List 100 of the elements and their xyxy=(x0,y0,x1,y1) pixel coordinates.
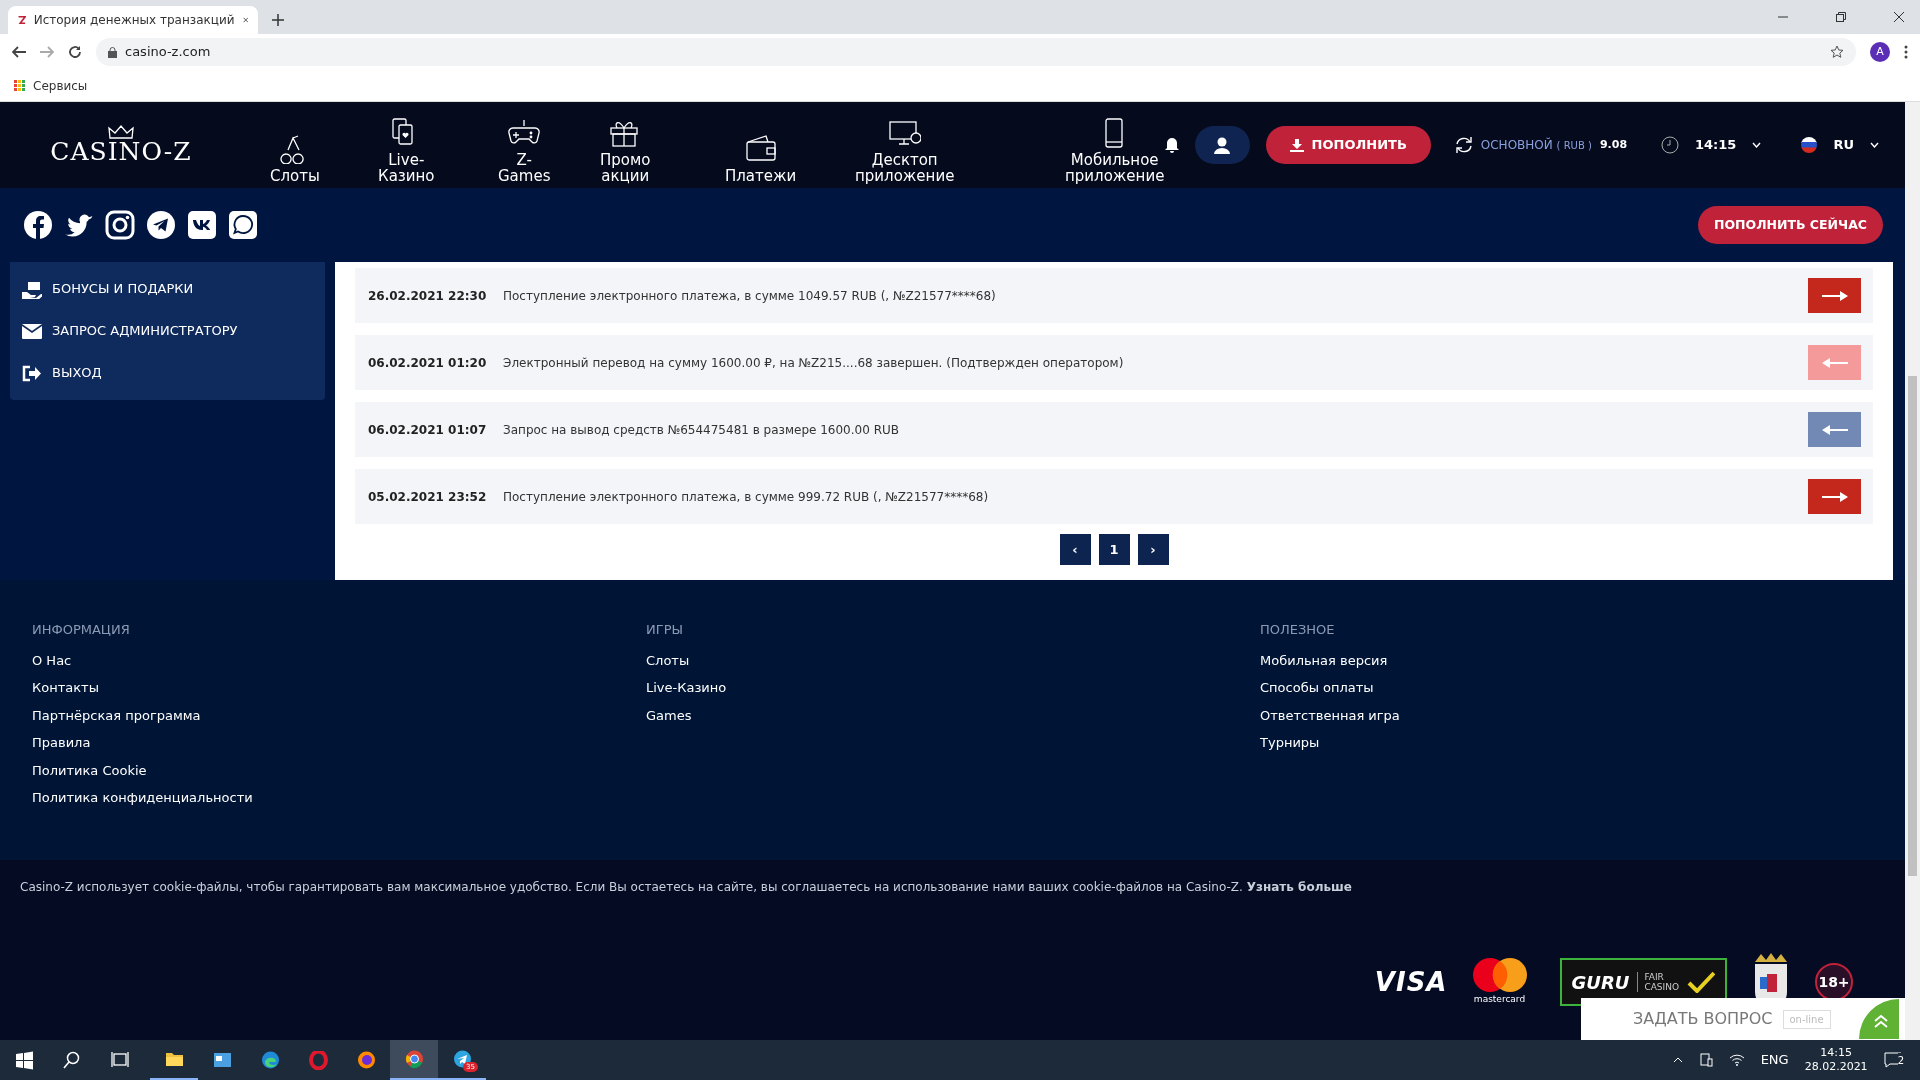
footer-heading: ИНФОРМАЦИЯ xyxy=(32,621,130,639)
sidebar-item[interactable]: ЗАПРОС АДМИНИСТРАТОРУ xyxy=(10,310,325,352)
vk-icon[interactable] xyxy=(186,210,217,240)
monitor-icon xyxy=(888,118,921,148)
envelope-icon xyxy=(22,321,42,341)
chevron-up-icon xyxy=(1859,999,1899,1039)
nav-link[interactable]: Z- Games xyxy=(498,110,551,184)
transaction-description: Запрос на вывод средств №654475481 в размере 1600.00 RUB xyxy=(503,421,900,439)
nav-link[interactable]: Слоты xyxy=(270,110,320,184)
bell-icon[interactable] xyxy=(1164,137,1179,153)
restore-icon[interactable] xyxy=(1836,12,1846,22)
ask-question-button[interactable]: ЗАДАТЬ ВОПРОС on-line xyxy=(1581,998,1905,1040)
direction-button[interactable] xyxy=(1808,278,1861,313)
browser-tab[interactable]: История денежных транзакций xyxy=(8,6,258,34)
notifications-button[interactable]: 2 xyxy=(1883,1052,1904,1068)
transaction-date: 05.02.2021 23:52 xyxy=(368,488,488,506)
close-icon[interactable] xyxy=(1894,12,1904,22)
nav-link[interactable]: Мобильное приложение xyxy=(1065,110,1165,184)
left-arrow-icon xyxy=(1821,423,1848,436)
transaction-date: 06.02.2021 01:20 xyxy=(368,354,488,372)
orb-icon[interactable] xyxy=(404,1049,424,1069)
flag-icon xyxy=(1801,137,1818,153)
language-dropdown[interactable]: RU xyxy=(1801,135,1879,155)
time-dropdown[interactable]: 14:15 xyxy=(1661,135,1762,155)
chat-bubble-icon[interactable] xyxy=(227,210,258,240)
transaction-description: Электронный перевод на сумму 1600.00 ₽, на №Z215....68 завершен. (Подтвержден оператором) xyxy=(503,354,1125,372)
footer-link[interactable]: Политика конфиденциальности xyxy=(32,788,253,808)
footer-link[interactable]: Правила xyxy=(32,733,91,753)
chevron-up-icon[interactable] xyxy=(1672,1057,1683,1063)
balance-label: ОСНОВНОЙ ( RUB ) xyxy=(1480,136,1592,154)
swirl-icon[interactable] xyxy=(260,1050,280,1070)
grid-icon xyxy=(14,80,25,91)
deposit-button[interactable]: ПОПОЛНИТЬ xyxy=(1265,126,1431,164)
url-text: casino-z.com xyxy=(125,43,212,62)
more-link[interactable]: Узнать больше xyxy=(1246,880,1352,894)
language-indicator[interactable]: ENG xyxy=(1760,1050,1789,1070)
reload-icon[interactable] xyxy=(68,45,82,59)
footer-link[interactable]: Live-Казино xyxy=(646,678,727,698)
chevron-icon xyxy=(1752,142,1762,148)
page-button[interactable]: 1 xyxy=(1098,534,1130,565)
previous-page-button[interactable]: ‹ xyxy=(1059,534,1091,565)
profile-avatar[interactable]: A xyxy=(1870,42,1890,62)
visa-logo: VISA xyxy=(1374,965,1448,999)
tab-title: История денежных транзакций xyxy=(33,12,235,29)
sidebar-item[interactable]: ВЫХОД xyxy=(10,352,325,394)
back-icon[interactable] xyxy=(12,46,26,58)
transaction-description: Поступление электронного платежа, в сумме 1049.57 RUB (, №Z21577****68) xyxy=(503,287,997,305)
camera-icon[interactable] xyxy=(104,210,135,240)
search-icon[interactable] xyxy=(62,1050,82,1070)
check-icon xyxy=(1687,971,1715,993)
footer-link[interactable]: Ответственная игра xyxy=(1260,705,1400,725)
footer-link[interactable]: Турниры xyxy=(1260,733,1320,753)
footer-heading: ПОЛЕЗНОЕ xyxy=(1260,621,1335,639)
address-bar[interactable]: casino-z.com xyxy=(96,38,1856,66)
footer-link[interactable]: Политика Cookie xyxy=(32,760,147,780)
footer-link[interactable]: Слоты xyxy=(646,650,690,670)
nav-link[interactable]: Платежи xyxy=(725,110,797,184)
user-icon xyxy=(1214,136,1231,154)
footer-link[interactable]: Games xyxy=(646,705,692,725)
right-arrow-icon xyxy=(1821,289,1848,302)
transaction-date: 06.02.2021 01:07 xyxy=(368,421,488,439)
footer-link[interactable]: Мобильная версия xyxy=(1260,650,1388,670)
direction-button[interactable] xyxy=(1808,479,1861,514)
new-tab-icon[interactable] xyxy=(272,14,284,26)
nav-link[interactable]: Live- Казино xyxy=(378,110,435,184)
close-icon[interactable] xyxy=(242,15,248,25)
site-logo[interactable]: CASINO-Z xyxy=(36,125,206,165)
nav-link[interactable]: Десктоп приложение xyxy=(855,110,955,184)
user-button[interactable] xyxy=(1194,126,1250,164)
footer-link[interactable]: Партнёрская программа xyxy=(32,705,201,725)
deposit-now-button[interactable]: ПОПОЛНИТЬ СЕЙЧАС xyxy=(1698,206,1883,244)
direction-button[interactable] xyxy=(1808,412,1861,447)
right-arrow-icon xyxy=(1821,490,1848,503)
gift-hand-icon xyxy=(22,279,42,299)
footer-link[interactable]: О Нас xyxy=(32,650,72,670)
paper-plane-icon[interactable] xyxy=(145,210,176,240)
clock-icon xyxy=(1661,136,1680,154)
wallet-icon xyxy=(744,134,777,164)
clock[interactable]: 14:15 28.02.2021 xyxy=(1804,1046,1868,1074)
balance-amount: 9.08 xyxy=(1599,136,1628,153)
wifi-icon[interactable] xyxy=(1728,1054,1745,1066)
cookie-notice: Casino-Z использует cookie-файлы, чтобы гарантировать вам максимальное удобство. Если Вы остаетесь на сайте, вы соглашаетесь на использование нами ваших cookie-файлов на Casino-Z. Узнать больше xyxy=(20,879,1353,896)
nav-link[interactable]: Промо акции xyxy=(600,110,651,184)
footer-link[interactable]: Способы оплаты xyxy=(1260,678,1374,698)
transaction-date: 26.02.2021 22:30 xyxy=(368,287,488,305)
footer-link[interactable]: Контакты xyxy=(32,678,99,698)
device-icon[interactable] xyxy=(1698,1053,1713,1067)
window-app-icon[interactable] xyxy=(212,1050,232,1070)
refresh-icon[interactable] xyxy=(1454,136,1473,154)
facebook-icon[interactable] xyxy=(22,210,53,240)
more-icon[interactable] xyxy=(1904,45,1908,59)
ring-icon[interactable] xyxy=(308,1050,328,1070)
scrollbar[interactable] xyxy=(1905,102,1920,1040)
task-view-icon[interactable] xyxy=(110,1050,130,1070)
next-page-button[interactable]: › xyxy=(1137,534,1169,565)
windows-icon[interactable] xyxy=(14,1050,34,1070)
apps-bookmark[interactable]: Сервисы xyxy=(14,76,88,95)
lock-icon xyxy=(108,46,117,58)
star-icon[interactable] xyxy=(1830,45,1844,59)
sidebar-item[interactable]: БОНУСЫ И ПОДАРКИ xyxy=(10,268,325,310)
